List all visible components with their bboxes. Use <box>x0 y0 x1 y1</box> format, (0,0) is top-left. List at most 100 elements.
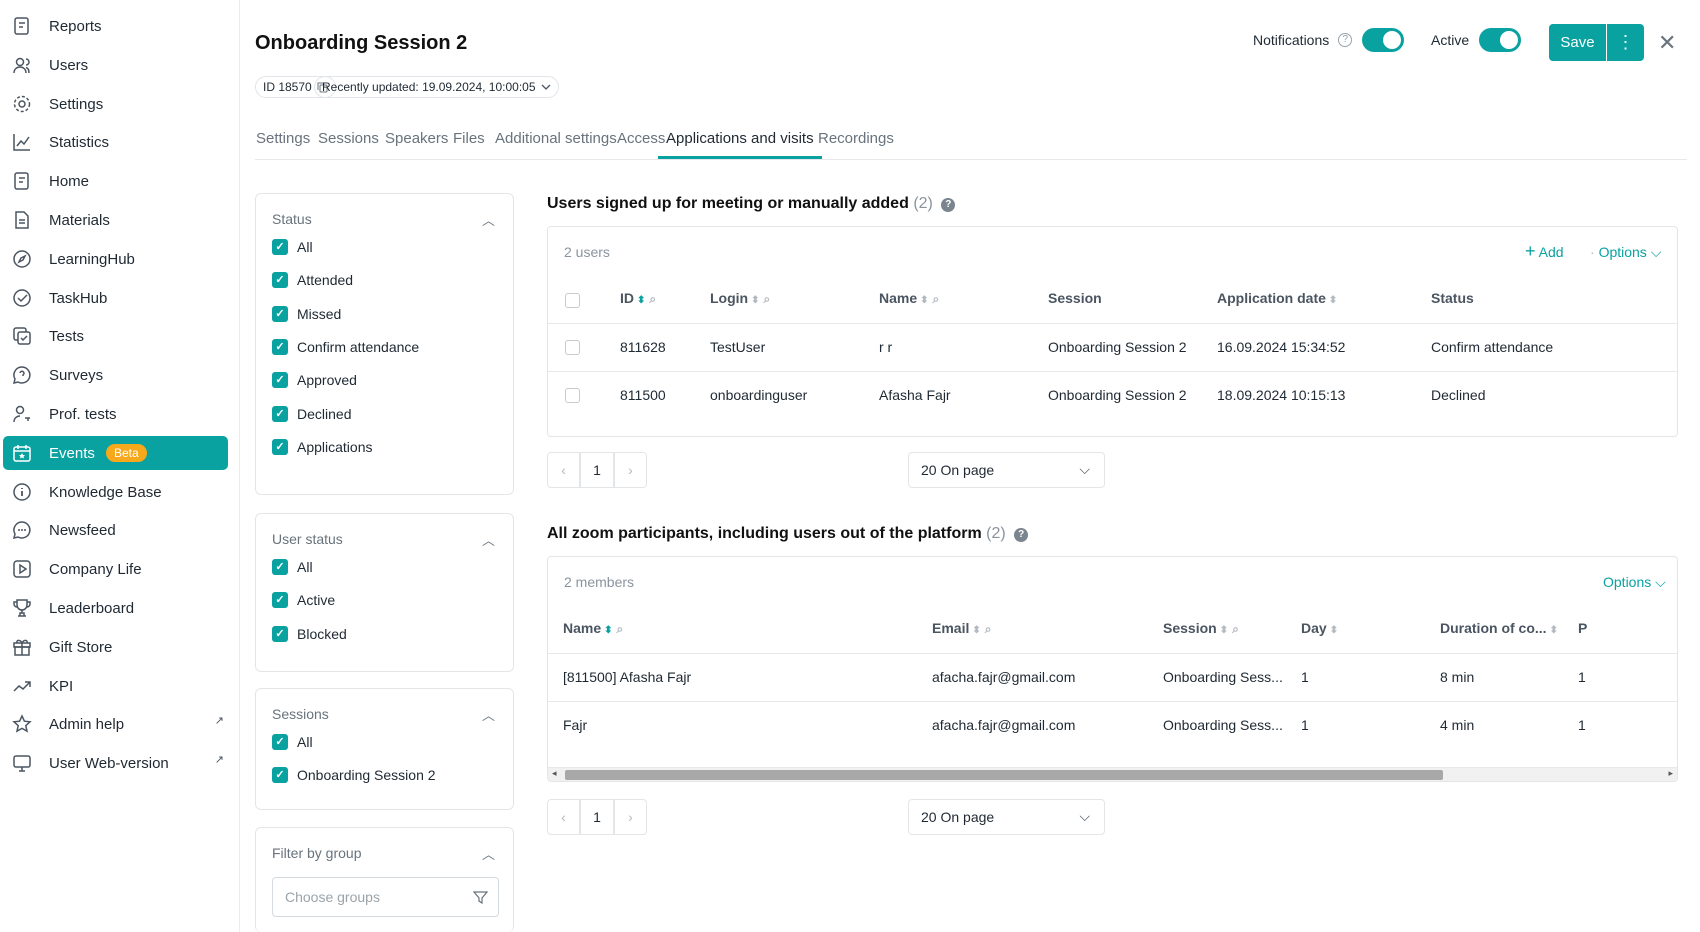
sort-icon[interactable]: ⬍ <box>972 625 980 636</box>
column-header[interactable]: Session ⬍ ⌕ <box>1163 620 1239 637</box>
filter-checkbox[interactable]: ✓ Onboarding Session 2 <box>272 767 436 784</box>
table-row[interactable]: 811500 onboardinguser Afasha Fajr Onboardin… <box>548 371 1677 419</box>
zoom-per-page-select[interactable]: 20 On page ⌵ <box>908 799 1105 835</box>
column-header[interactable]: Login ⬍ ⌕ <box>710 290 770 307</box>
active-toggle[interactable] <box>1479 28 1522 52</box>
sidebar-item-user-web-version[interactable]: User Web-version ↗ <box>3 746 228 780</box>
sidebar-item-admin-help[interactable]: Admin help ↗ <box>3 707 228 741</box>
sidebar-item-reports[interactable]: Reports <box>3 9 228 43</box>
search-icon[interactable]: ⌕ <box>933 292 940 306</box>
column-header[interactable]: Day ⬍ <box>1301 620 1338 636</box>
column-header[interactable]: Status <box>1431 290 1474 306</box>
filter-checkbox[interactable]: ✓ All <box>272 239 313 255</box>
chevron-up-icon[interactable]: ︿ <box>482 530 495 549</box>
table-row[interactable]: [811500] Afasha Fajr afacha.fajr@gmail.co… <box>548 653 1677 701</box>
tab-sessions[interactable]: Sessions <box>318 130 379 157</box>
search-icon[interactable]: ⌕ <box>617 622 624 636</box>
help-icon[interactable]: ? <box>1014 528 1029 542</box>
sidebar-item-settings[interactable]: Settings <box>3 87 228 121</box>
next-page-button[interactable]: › <box>614 799 647 835</box>
filter-checkbox[interactable]: ✓ Confirm attendance <box>272 338 419 355</box>
filter-checkbox[interactable]: ✓ Blocked <box>272 625 347 642</box>
search-icon[interactable]: ⌕ <box>649 292 656 306</box>
sidebar-item-taskhub[interactable]: TaskHub <box>3 281 228 315</box>
sort-icon[interactable]: ⬍ <box>1330 625 1338 636</box>
prev-page-button[interactable]: ‹ <box>547 799 580 835</box>
filter-checkbox[interactable]: ✓ Missed <box>272 305 341 322</box>
row-checkbox[interactable] <box>565 340 580 355</box>
choose-groups-input[interactable]: Choose groups <box>272 877 499 917</box>
tab-additional-settings[interactable]: Additional settings <box>495 130 617 157</box>
zoom-options-button[interactable]: Options ⌵ <box>1603 574 1666 591</box>
column-header[interactable]: Name ⬍ ⌕ <box>563 620 623 637</box>
page-number[interactable]: 1 <box>580 452 614 488</box>
close-icon[interactable]: ✕ <box>1658 30 1676 56</box>
table-row[interactable]: 811628 TestUser r r Onboarding Session 2 16.… <box>548 323 1677 371</box>
sidebar-item-surveys[interactable]: Surveys <box>3 358 228 392</box>
sort-icon[interactable]: ⬍ <box>1329 295 1337 306</box>
sidebar-item-prof-tests[interactable]: Prof. tests <box>3 397 228 431</box>
sort-icon[interactable]: ⬍ <box>751 295 759 306</box>
filter-checkbox[interactable]: ✓ Active <box>272 592 335 609</box>
help-icon[interactable]: ? <box>941 198 956 212</box>
signed-up-options-button[interactable]: · Options ⌵ <box>1590 244 1661 261</box>
search-icon[interactable]: ⌕ <box>985 622 992 636</box>
chevron-up-icon[interactable]: ︿ <box>482 844 495 863</box>
scroll-right-icon[interactable]: ▸ <box>1668 768 1673 779</box>
signed-up-per-page-select[interactable]: 20 On page ⌵ <box>908 452 1105 488</box>
sidebar-item-tests[interactable]: Tests <box>3 319 228 353</box>
column-header[interactable]: Duration of co... ⬍ <box>1440 620 1558 636</box>
column-header[interactable]: Application date ⬍ <box>1217 290 1337 306</box>
sidebar-item-knowledge-base[interactable]: Knowledge Base <box>3 475 228 509</box>
sort-icon[interactable]: ⬍ <box>1220 625 1228 636</box>
sidebar-item-leaderboard[interactable]: Leaderboard <box>3 591 228 625</box>
scroll-left-icon[interactable]: ◂ <box>552 768 557 779</box>
tab-applications-and-visits[interactable]: Applications and visits <box>658 130 822 159</box>
sidebar-item-learninghub[interactable]: LearningHub <box>3 242 228 276</box>
sidebar-item-events[interactable]: Events Beta <box>3 435 228 470</box>
sidebar-item-company-life[interactable]: Company Life <box>3 552 228 586</box>
sidebar-item-users[interactable]: Users <box>3 48 228 82</box>
table-row[interactable]: Fajr afacha.fajr@gmail.com Onboarding Sess… <box>548 701 1677 749</box>
sidebar-item-statistics[interactable]: Statistics <box>3 125 228 159</box>
sidebar-item-home[interactable]: Home <box>3 164 228 198</box>
sidebar-item-materials[interactable]: Materials <box>3 203 228 237</box>
sidebar-item-kpi[interactable]: KPI <box>3 669 228 703</box>
next-page-button[interactable]: › <box>614 452 647 488</box>
tab-settings[interactable]: Settings <box>256 130 310 157</box>
chevron-up-icon[interactable]: ︿ <box>482 210 495 229</box>
sidebar-item-gift-store[interactable]: Gift Store <box>3 630 228 664</box>
chevron-up-icon[interactable]: ︿ <box>482 705 495 724</box>
scrollbar-thumb[interactable] <box>565 770 1443 780</box>
row-checkbox[interactable] <box>565 388 580 403</box>
tab-files[interactable]: Files <box>453 130 485 157</box>
search-icon[interactable]: ⌕ <box>764 292 771 306</box>
save-button[interactable]: Save <box>1549 24 1606 61</box>
sort-icon[interactable]: ⬍ <box>604 625 612 636</box>
filter-checkbox[interactable]: ✓ Declined <box>272 405 351 422</box>
filter-checkbox[interactable]: ✓ Applications <box>272 438 373 455</box>
prev-page-button[interactable]: ‹ <box>547 452 580 488</box>
horizontal-scrollbar[interactable]: ◂ ▸ <box>548 767 1677 781</box>
column-header[interactable]: Email ⬍ ⌕ <box>932 620 991 637</box>
notifications-toggle[interactable] <box>1362 28 1405 52</box>
filter-checkbox[interactable]: ✓ Attended <box>272 272 353 289</box>
filter-checkbox[interactable]: ✓ All <box>272 559 313 575</box>
column-header[interactable]: Session <box>1048 290 1102 306</box>
filter-checkbox[interactable]: ✓ Approved <box>272 372 357 389</box>
sort-icon[interactable]: ⬍ <box>637 295 645 306</box>
sort-icon[interactable]: ⬍ <box>920 295 928 306</box>
search-icon[interactable]: ⌕ <box>1232 622 1239 636</box>
page-number[interactable]: 1 <box>580 799 614 835</box>
filter-checkbox[interactable]: ✓ All <box>272 734 313 750</box>
column-header[interactable]: Name ⬍ ⌕ <box>879 290 939 307</box>
add-user-button[interactable]: + Add <box>1525 242 1564 260</box>
column-header[interactable]: ID ⬍ ⌕ <box>620 290 656 307</box>
help-icon[interactable]: ? <box>1338 33 1353 47</box>
tab-recordings[interactable]: Recordings <box>818 130 894 157</box>
select-all-checkbox[interactable] <box>565 293 580 308</box>
column-header[interactable]: P <box>1578 620 1587 636</box>
sidebar-item-newsfeed[interactable]: Newsfeed <box>3 513 228 547</box>
tab-speakers[interactable]: Speakers <box>385 130 448 157</box>
recently-updated-chip[interactable]: Recently updated: 19.09.2024, 10:00:05 <box>314 76 559 98</box>
